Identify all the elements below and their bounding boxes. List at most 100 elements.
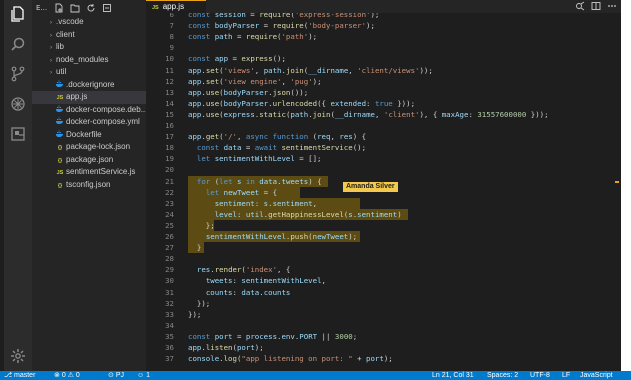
live-share-icon[interactable] [575, 1, 585, 11]
line-number: 37 [165, 354, 174, 364]
folder-item[interactable]: › node_modules [32, 54, 146, 67]
code-line[interactable]: 28 [146, 253, 621, 264]
status-bar: ⎇ master ⊗ 0 ⚠ 0 ⊙ PJ ☺ 1 Ln 21, Col 31 … [0, 371, 631, 380]
code-line[interactable]: 37 console.log("app listening on port: " … [146, 353, 621, 364]
code-line[interactable]: 9 [146, 42, 621, 53]
tab-app-js[interactable]: JS app.js [146, 0, 206, 13]
code-line[interactable]: 8 const path = require('path'); [146, 31, 621, 42]
line-number: 22 [165, 187, 174, 197]
code-line[interactable]: 23 sentiment: s.sentiment, [146, 198, 621, 209]
code-line[interactable]: 7 const bodyParser = require('body-parser… [146, 20, 621, 31]
code-line[interactable]: 17 app.get('/', async function (req, res)… [146, 131, 621, 142]
code-line[interactable]: 6 const session = require('express-sessio… [146, 13, 621, 20]
code-line[interactable]: 35 const port = process.env.PORT || 3000; [146, 331, 621, 342]
file-item[interactable]: docker-compose.yml [32, 116, 146, 129]
file-item[interactable]: {} tsconfig.json [32, 179, 146, 192]
cursor-position[interactable]: Ln 21, Col 31 [432, 371, 474, 380]
settings-gear-icon[interactable] [10, 348, 26, 364]
code-line[interactable]: 24 level: util.getHappinessLevel(s.senti… [146, 209, 621, 220]
line-number: 12 [165, 76, 174, 86]
line-number: 20 [165, 165, 174, 175]
encoding[interactable]: UTF-8 [530, 371, 550, 380]
code-line[interactable]: 13 app.use(bodyParser.json()); [146, 87, 621, 98]
new-file-icon[interactable] [54, 3, 64, 13]
split-editor-icon[interactable] [591, 1, 601, 11]
file-item[interactable]: JS sentimentService.js [32, 166, 146, 179]
debug-icon[interactable] [10, 96, 26, 112]
file-item[interactable]: {} package.json [32, 154, 146, 167]
folder-item[interactable]: › .vscode [32, 16, 146, 29]
explorer-sidebar: E... › .vscode › client › lib › node_modules › ut… [32, 0, 146, 371]
file-item[interactable]: JS app.js [32, 91, 146, 104]
line-number: 8 [169, 32, 174, 42]
code-line[interactable]: 27 } [146, 242, 621, 253]
line-number: 7 [169, 21, 174, 31]
code-line[interactable]: 33}); [146, 309, 621, 320]
code-line[interactable]: 32 }); [146, 298, 621, 309]
code-line[interactable]: 19 let sentimentWithLevel = []; [146, 153, 621, 164]
code-text: }; [188, 220, 215, 230]
more-actions-icon[interactable] [607, 1, 617, 11]
code-line[interactable]: 20 [146, 164, 621, 175]
folder-item[interactable]: › lib [32, 41, 146, 54]
folder-item[interactable]: › client [32, 29, 146, 42]
code-text: const port = process.env.PORT || 3000; [188, 331, 358, 341]
code-line[interactable]: 15 app.use(express.static(path.join(__dir… [146, 109, 621, 120]
code-line[interactable]: 34 [146, 320, 621, 331]
line-number: 17 [165, 132, 174, 142]
file-item[interactable]: .dockerignore [32, 79, 146, 92]
tree-item-label: app.js [66, 92, 88, 101]
branch-indicator[interactable]: ⎇ master [4, 371, 35, 380]
new-folder-icon[interactable] [70, 3, 80, 13]
code-text: const app = express(); [188, 54, 286, 64]
line-number: 6 [169, 13, 174, 19]
line-number: 27 [165, 243, 174, 253]
explorer-header: E... [32, 0, 146, 16]
code-line[interactable]: 14 app.use(bodyParser.urlencoded({ extend… [146, 98, 621, 109]
folder-item[interactable]: › util [32, 66, 146, 79]
code-line[interactable]: 10 const app = express(); [146, 53, 621, 64]
problems-indicator[interactable]: ⊗ 0 ⚠ 0 [54, 371, 80, 380]
code-line[interactable]: 30 tweets: sentimentWithLevel, [146, 275, 621, 286]
code-text: app.use(bodyParser.json()); [188, 87, 309, 97]
language-mode[interactable]: JavaScript [580, 371, 613, 380]
code-line[interactable]: 16 [146, 120, 621, 131]
file-item[interactable]: {} package-lock.json [32, 141, 146, 154]
tree-item-label: client [56, 29, 75, 39]
line-number: 35 [165, 331, 174, 341]
code-text: }); [188, 298, 211, 308]
code-text: } [188, 243, 202, 253]
code-line[interactable]: 11 app.set('views', path.join(__dirname, … [146, 65, 621, 76]
collapse-all-icon[interactable] [102, 3, 112, 13]
code-line[interactable]: 25 }; [146, 220, 621, 231]
code-line[interactable]: 31 counts: data.counts [146, 287, 621, 298]
search-icon[interactable] [10, 36, 26, 52]
file-item[interactable]: docker-compose.deb... [32, 104, 146, 117]
code-text: }); [188, 309, 202, 319]
tree-item-label: node_modules [56, 54, 109, 64]
code-text: let newTweet = { [205, 187, 278, 197]
refresh-icon[interactable] [86, 3, 96, 13]
js-icon: JS [152, 5, 159, 11]
json-icon: {} [57, 182, 63, 189]
code-line[interactable]: 12 app.set('view engine', 'pug'); [146, 76, 621, 87]
code-line[interactable]: 29 res.render('index', { [146, 264, 621, 275]
participants-count[interactable]: ☺ 1 [137, 371, 150, 380]
code-text: for (let s in data.tweets) { [196, 176, 322, 186]
editor-scrollbar[interactable] [613, 13, 621, 371]
code-text: let sentimentWithLevel = []; [196, 154, 322, 164]
code-line[interactable]: 18 const data = await sentimentService()… [146, 142, 621, 153]
line-ending[interactable]: LF [562, 371, 570, 380]
indentation[interactable]: Spaces: 2 [487, 371, 518, 380]
tree-item-label: docker-compose.yml [66, 117, 140, 126]
tree-item-label: docker-compose.deb... [66, 104, 146, 114]
code-editor[interactable]: 6 const session = require('express-sessio… [146, 13, 621, 371]
code-line[interactable]: 36 app.listen(port); [146, 342, 621, 353]
live-share-status[interactable]: ⊙ PJ [108, 371, 124, 380]
line-number: 30 [165, 276, 174, 286]
code-line[interactable]: 26 sentimentWithLevel.push(newTweet); [146, 231, 621, 242]
files-icon[interactable] [10, 6, 26, 22]
file-item[interactable]: Dockerfile [32, 129, 146, 142]
extensions-icon[interactable] [10, 126, 26, 142]
source-control-icon[interactable] [10, 66, 26, 82]
